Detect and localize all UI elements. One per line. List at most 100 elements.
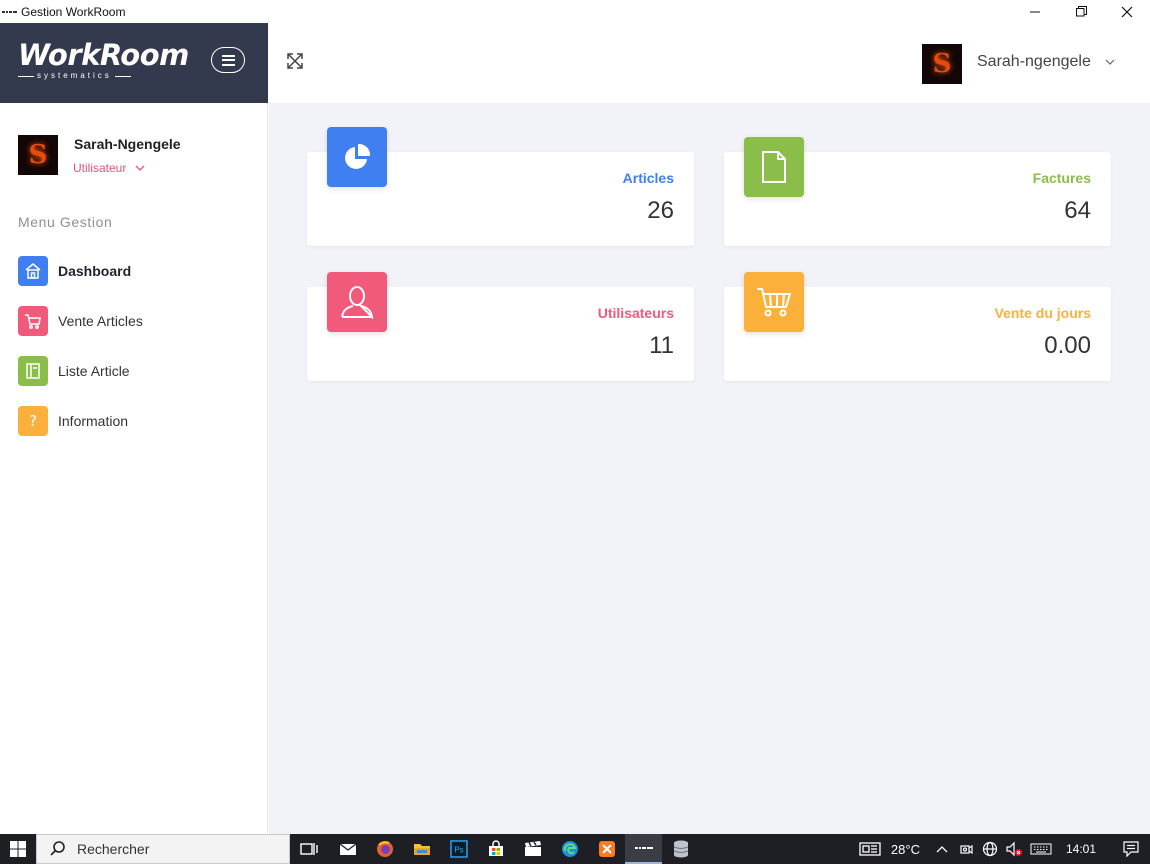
workroom-logo[interactable]: WorkRoom systematics [18,39,189,80]
profile-role-label: Utilisateur [73,161,127,175]
card-label: Utilisateurs [597,305,674,321]
window-title: Gestion WorkRoom [21,4,126,19]
folder-icon [413,844,430,855]
restore-icon [1075,6,1087,17]
show-hidden-icons-button[interactable] [930,834,954,864]
taskbar-store[interactable] [477,834,514,864]
card-value: 26 [647,197,674,224]
chevron-down-icon[interactable] [1104,56,1116,68]
keyboard-icon [1030,843,1052,855]
minimize-button[interactable] [1012,0,1058,23]
network-status[interactable] [978,834,1002,864]
stat-card-articles[interactable]: Articles 26 [307,127,694,246]
camera-icon [960,844,973,855]
volume-control[interactable] [1002,834,1026,864]
avatar-letter: S [932,49,952,79]
menu-toggle-button[interactable] [211,47,245,73]
svg-text:?: ? [29,412,37,430]
mail-icon [339,843,356,855]
globe-icon [982,841,998,857]
taskbar-mail[interactable] [329,834,366,864]
windows-taskbar: Rechercher Ps 28°C 14:01 [0,834,1150,864]
database-icon [673,840,688,858]
user-icon [327,272,387,332]
question-icon: ? [18,406,48,436]
store-bag-icon [488,840,503,856]
taskbar-search[interactable]: Rechercher [36,834,290,864]
header-avatar[interactable]: S [922,44,962,84]
taskbar-firefox[interactable] [366,834,403,864]
restore-button[interactable] [1058,0,1104,23]
home-icon [18,256,48,286]
xampp-icon [598,841,615,857]
profile-avatar: S [18,135,58,175]
sidebar-item-label: Dashboard [58,263,132,279]
svg-text:Ps: Ps [454,846,463,855]
windows-icon [10,841,26,857]
minimize-icon [1029,11,1040,13]
fullscreen-icon[interactable] [286,52,304,70]
sidebar-item-vente-articles[interactable]: Vente Articles [18,305,258,337]
input-language[interactable] [1026,834,1056,864]
window-titlebar: Gestion WorkRoom [0,0,1150,23]
search-placeholder: Rechercher [77,841,150,857]
stat-card-factures[interactable]: Factures 64 [724,137,1111,246]
task-view-icon [299,843,318,855]
speaker-muted-icon [1006,841,1022,857]
clapperboard-icon [524,841,541,856]
window-controls [1012,0,1150,23]
taskbar-video-editor[interactable] [514,834,551,864]
profile-name: Sarah-Ngengele [74,136,181,152]
sidebar-item-information[interactable]: ? Information [18,405,258,437]
photoshop-icon: Ps [449,840,468,858]
document-icon [744,137,804,197]
app-window-icon [634,847,653,849]
taskbar-edge[interactable] [551,834,588,864]
chevron-up-icon [936,846,948,853]
chevron-down-icon [135,165,145,171]
notification-icon [1123,841,1139,857]
firefox-icon [376,841,393,857]
taskbar-gestion-workroom[interactable] [625,834,662,864]
card-value: 64 [1064,197,1091,224]
notification-center-button[interactable] [1114,834,1148,864]
sidebar: S Sarah-Ngengele Utilisateur Menu Gestio… [0,103,268,834]
avatar-letter: S [28,140,48,170]
card-label: Articles [622,170,674,186]
logo-text: WorkRoom [18,38,189,72]
meet-now-button[interactable] [954,834,978,864]
taskbar-database[interactable] [662,834,699,864]
system-tray: 28°C 14:01 [855,834,1150,864]
card-value: 11 [649,332,674,359]
taskbar-file-explorer[interactable] [403,834,440,864]
profile-role-dropdown[interactable]: Utilisateur [73,161,146,175]
header-user-name[interactable]: Sarah-ngengele [977,53,1091,71]
start-button[interactable] [0,834,36,864]
news-widget[interactable] [855,834,885,864]
stat-card-vente-du-jours[interactable]: Vente du jours 0.00 [724,272,1111,381]
close-button[interactable] [1104,0,1150,23]
taskbar-photoshop[interactable]: Ps [440,834,477,864]
sidebar-item-label: Information [58,413,129,429]
card-value: 0.00 [1044,332,1091,359]
sidebar-item-liste-article[interactable]: Liste Article [18,355,258,387]
close-icon [1121,6,1133,17]
task-view-button[interactable] [290,834,327,864]
sidebar-item-label: Vente Articles [58,313,143,329]
top-header: S Sarah-ngengele [268,23,1150,103]
brand-header: WorkRoom systematics [0,23,268,103]
sidebar-item-dashboard[interactable]: Dashboard [18,255,258,287]
news-icon [859,842,881,856]
book-icon [18,356,48,386]
menu-section-title: Menu Gestion [18,214,113,230]
stat-card-utilisateurs[interactable]: Utilisateurs 11 [307,272,694,381]
dashboard-main: Articles 26 Factures 64 Utilisateurs 11 … [269,103,1150,834]
pie-chart-icon [327,127,387,187]
search-icon [50,841,65,856]
taskbar-xampp[interactable] [588,834,625,864]
logo-subtext: systematics [37,71,112,80]
sidebar-item-label: Liste Article [58,363,130,379]
taskbar-clock[interactable]: 14:01 [1066,842,1096,856]
weather-temperature[interactable]: 28°C [891,842,920,857]
card-label: Factures [1032,170,1091,186]
